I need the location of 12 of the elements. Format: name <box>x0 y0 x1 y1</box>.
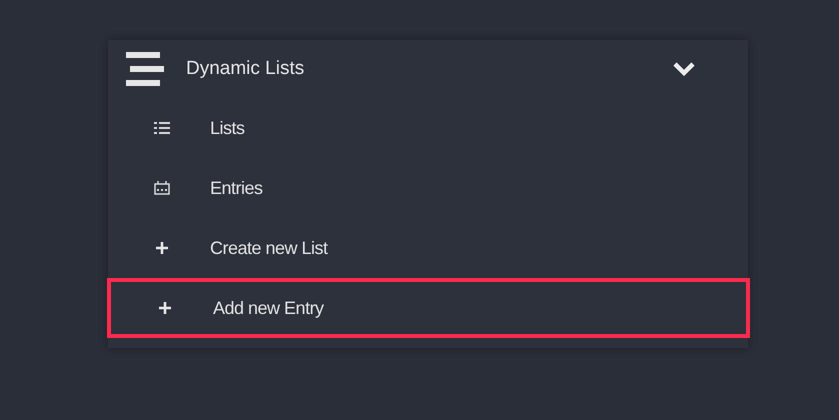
chevron-icon <box>672 61 696 77</box>
menu-icon <box>126 52 164 86</box>
menu-header[interactable]: Dynamic Lists <box>108 40 748 98</box>
menu-item[interactable]: Entries <box>108 158 748 218</box>
menu-item[interactable]: Lists <box>108 98 748 158</box>
list-icon <box>154 122 170 134</box>
calendar-icon <box>154 181 170 195</box>
plus-icon <box>155 241 169 255</box>
plus-icon <box>158 301 172 315</box>
menu-item[interactable]: Add new Entry <box>107 278 750 338</box>
menu-title: Dynamic Lists <box>186 56 304 81</box>
menu-item[interactable]: Create new List <box>108 218 748 278</box>
